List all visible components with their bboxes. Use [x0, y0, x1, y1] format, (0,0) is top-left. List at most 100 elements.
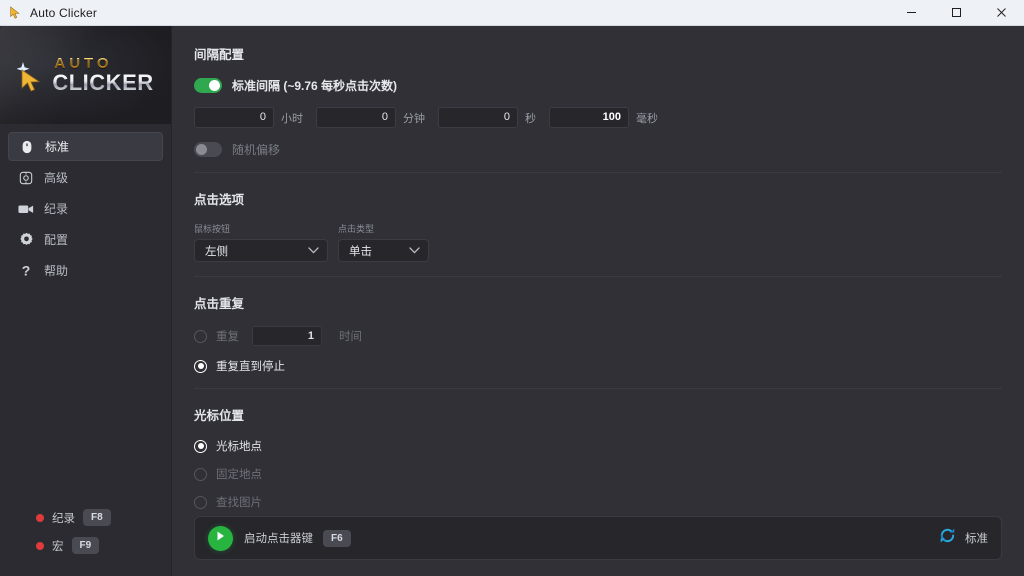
sidebar-item-config[interactable]: 配置: [8, 225, 163, 254]
repeat-count-input[interactable]: 1: [252, 326, 322, 346]
cursor-fixed-radio[interactable]: [194, 468, 207, 481]
mouse-icon: [19, 140, 35, 154]
main-panel: 间隔配置 标准间隔 (~9.76 每秒点击次数) 0 小时 0 分钟 0 秒 1…: [172, 26, 1024, 576]
cursor-find-image-radio[interactable]: [194, 496, 207, 509]
window-title: Auto Clicker: [30, 6, 97, 20]
click-type-label: 点击类型: [338, 222, 429, 235]
standard-interval-toggle-row: 标准间隔 (~9.76 每秒点击次数): [194, 77, 1002, 94]
svg-text:?: ?: [22, 263, 31, 278]
record-status-dot: [36, 514, 44, 522]
minimize-button[interactable]: [889, 0, 934, 26]
start-clicker-label: 启动点击器键: [244, 530, 313, 546]
auto-clicker-window: Auto Clicker: [0, 0, 1024, 576]
click-repeat-section: 点击重复 重复 1 时间 重复直到停止: [194, 276, 1002, 388]
mode-label: 标准: [965, 530, 988, 546]
milliseconds-input[interactable]: 100: [549, 107, 629, 128]
repeat-until-stop-label: 重复直到停止: [216, 358, 285, 374]
sidebar: AUTO CLICKER 标准 高级: [0, 26, 172, 576]
mouse-button-block: 鼠标按钮 左侧: [194, 222, 328, 262]
click-type-select[interactable]: 单击: [338, 239, 429, 262]
sidebar-item-label: 标准: [45, 138, 69, 155]
minutes-unit-label: 分钟: [403, 110, 425, 126]
sidebar-item-standard[interactable]: 标准: [8, 132, 163, 161]
hours-unit-label: 小时: [281, 110, 303, 126]
hotkey-label: 宏: [52, 538, 64, 554]
toggle-knob: [196, 144, 207, 155]
mouse-button-value: 左侧: [205, 243, 228, 259]
logo-text: AUTO CLICKER: [52, 56, 153, 94]
interval-fields-row: 0 小时 0 分钟 0 秒 100 毫秒: [194, 107, 1002, 128]
gear-icon: [18, 232, 34, 247]
click-options-grid: 鼠标按钮 左侧 点击类型 单击: [194, 222, 1002, 262]
interval-section: 间隔配置 标准间隔 (~9.76 每秒点击次数) 0 小时 0 分钟 0 秒 1…: [194, 44, 1002, 172]
cursor-option-find-image: 查找图片: [194, 494, 1002, 510]
chevron-down-icon: [308, 245, 319, 257]
hotkey-key-badge: F9: [72, 537, 100, 554]
random-offset-toggle[interactable]: [194, 142, 222, 157]
bottombar-wrap: 启动点击器键 F6 标准: [172, 516, 1024, 576]
click-type-block: 点击类型 单击: [338, 222, 429, 262]
logo-banner: AUTO CLICKER: [0, 26, 171, 124]
cursor-position-section: 光标位置 光标地点 固定地点 查找图片: [194, 388, 1002, 516]
refresh-icon: [939, 527, 956, 549]
click-options-section: 点击选项 鼠标按钮 左侧 点击类型: [194, 172, 1002, 276]
hotkey-key-badge: F8: [83, 509, 111, 526]
window-controls: [889, 0, 1024, 26]
app-icon: [0, 6, 30, 20]
hotkey-record[interactable]: 纪录 F8: [36, 509, 171, 526]
standard-interval-toggle[interactable]: [194, 78, 222, 93]
cursor-star-icon: [17, 58, 47, 92]
repeat-until-stop-radio[interactable]: [194, 360, 207, 373]
play-icon: [215, 529, 226, 547]
app-logo: AUTO CLICKER: [17, 56, 153, 94]
hotkey-label: 纪录: [52, 510, 75, 526]
sidebar-item-advanced[interactable]: 高级: [8, 163, 163, 192]
cursor-option-fixed: 固定地点: [194, 466, 1002, 482]
section-title: 光标位置: [194, 405, 1002, 424]
question-mark-icon: ?: [18, 263, 34, 278]
hotkey-macro[interactable]: 宏 F9: [36, 537, 171, 554]
start-hotkey-badge: F6: [323, 530, 351, 547]
hours-input[interactable]: 0: [194, 107, 274, 128]
repeat-count-radio[interactable]: [194, 330, 207, 343]
milliseconds-unit-label: 毫秒: [636, 110, 658, 126]
section-title: 间隔配置: [194, 44, 1002, 63]
start-clicker-button[interactable]: [208, 526, 233, 551]
section-title: 点击选项: [194, 189, 1002, 208]
video-camera-icon: [18, 203, 34, 215]
cursor-option-label: 光标地点: [216, 438, 262, 454]
seconds-unit-label: 秒: [525, 110, 536, 126]
titlebar: Auto Clicker: [0, 0, 1024, 26]
cursor-option-current: 光标地点: [194, 438, 1002, 454]
mode-switch-button[interactable]: 标准: [939, 527, 988, 549]
close-button[interactable]: [979, 0, 1024, 26]
standard-interval-label: 标准间隔 (~9.76 每秒点击次数): [232, 77, 397, 94]
logo-auto-text: AUTO: [54, 56, 153, 71]
sidebar-item-help[interactable]: ? 帮助: [8, 256, 163, 285]
minutes-input[interactable]: 0: [316, 107, 396, 128]
repeat-count-row: 重复 1 时间: [194, 326, 1002, 346]
sidebar-item-label: 帮助: [44, 262, 68, 279]
cursor-option-label: 固定地点: [216, 466, 262, 482]
target-icon: [18, 171, 34, 185]
mouse-button-label: 鼠标按钮: [194, 222, 328, 235]
sidebar-spacer: [0, 285, 171, 509]
settings-content: 间隔配置 标准间隔 (~9.76 每秒点击次数) 0 小时 0 分钟 0 秒 1…: [172, 26, 1024, 516]
window-body: AUTO CLICKER 标准 高级: [0, 26, 1024, 576]
maximize-button[interactable]: [934, 0, 979, 26]
sidebar-nav: 标准 高级 纪录 配置: [0, 124, 171, 285]
section-title: 点击重复: [194, 293, 1002, 312]
sidebar-item-label: 配置: [44, 231, 68, 248]
chevron-down-icon: [409, 245, 420, 257]
random-offset-row: 随机偏移: [194, 141, 1002, 158]
click-type-value: 单击: [349, 243, 372, 259]
logo-clicker-text: CLICKER: [52, 72, 153, 94]
mouse-button-select[interactable]: 左侧: [194, 239, 328, 262]
hotkey-list: 纪录 F8 宏 F9: [0, 509, 171, 576]
seconds-input[interactable]: 0: [438, 107, 518, 128]
repeat-until-stop-row: 重复直到停止: [194, 358, 1002, 374]
sidebar-item-record[interactable]: 纪录: [8, 194, 163, 223]
cursor-current-radio[interactable]: [194, 440, 207, 453]
cursor-option-label: 查找图片: [216, 494, 262, 510]
sidebar-item-label: 高级: [44, 169, 68, 186]
